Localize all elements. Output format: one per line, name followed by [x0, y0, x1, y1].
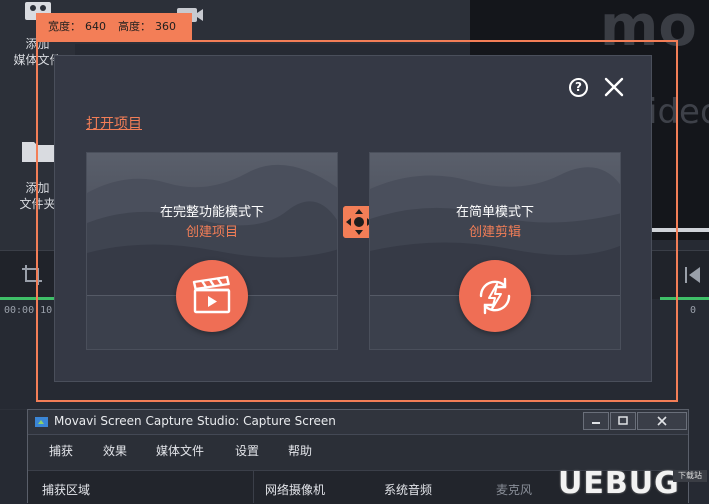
clapperboard-icon: [192, 275, 231, 314]
maximize-icon: [618, 416, 628, 425]
simple-mode-card[interactable]: 在简单模式下 创建剪辑: [369, 152, 621, 350]
width-label: 宽度：: [48, 20, 81, 33]
open-project-link[interactable]: 打开项目: [86, 113, 142, 133]
full-mode-line1: 在完整功能模式下: [159, 205, 264, 220]
menu-settings[interactable]: 设置: [235, 442, 259, 459]
maximize-button[interactable]: [610, 412, 636, 430]
close-icon: [657, 416, 667, 426]
start-dialog: ? 打开项目 在完整功能模式下 创建项目 在简单模式下 创建剪辑: [54, 55, 652, 382]
system-audio-option[interactable]: 系统音频: [384, 481, 432, 498]
minimize-icon: [592, 422, 600, 424]
menu-capture[interactable]: 捕获: [49, 442, 73, 459]
help-button[interactable]: ?: [569, 78, 588, 97]
menu-help[interactable]: 帮助: [288, 442, 312, 459]
row-separator: [253, 470, 254, 503]
close-window-button[interactable]: [637, 412, 687, 430]
menu-media[interactable]: 媒体文件: [156, 442, 204, 459]
quick-edit-button[interactable]: [459, 260, 531, 332]
timecode-right: 0: [690, 305, 697, 316]
skip-end-icon[interactable]: [684, 265, 702, 285]
quick-edit-icon: [479, 277, 511, 315]
menu-effects[interactable]: 效果: [103, 442, 127, 459]
height-value: 360: [155, 20, 176, 33]
capture-size-label: 宽度： 640 高度： 360: [36, 13, 192, 40]
simple-mode-line2: 创建剪辑: [468, 225, 521, 240]
full-mode-line2: 创建项目: [185, 225, 238, 240]
window-title: Movavi Screen Capture Studio: Capture Sc…: [54, 414, 336, 428]
capture-area-option[interactable]: 捕获区域: [42, 481, 90, 498]
close-icon[interactable]: [603, 76, 625, 98]
microphone-option[interactable]: 麦克风: [496, 481, 532, 498]
simple-mode-line1: 在简单模式下: [455, 205, 534, 220]
webcam-option[interactable]: 网络摄像机: [265, 481, 325, 498]
minimize-button[interactable]: [583, 412, 609, 430]
width-value: 640: [85, 20, 106, 33]
title-bar: Movavi Screen Capture Studio: Capture Sc…: [28, 410, 688, 435]
full-mode-card[interactable]: 在完整功能模式下 创建项目: [86, 152, 338, 350]
height-label: 高度：: [118, 20, 151, 33]
app-logo-icon: [35, 417, 48, 427]
help-icon: ?: [575, 80, 582, 94]
clapperboard-button[interactable]: [176, 260, 248, 332]
watermark-text: UEBUG: [558, 466, 680, 501]
watermark-badge: 下载站: [673, 470, 707, 482]
menu-bar: 捕获 效果 媒体文件 设置 帮助: [28, 436, 688, 464]
